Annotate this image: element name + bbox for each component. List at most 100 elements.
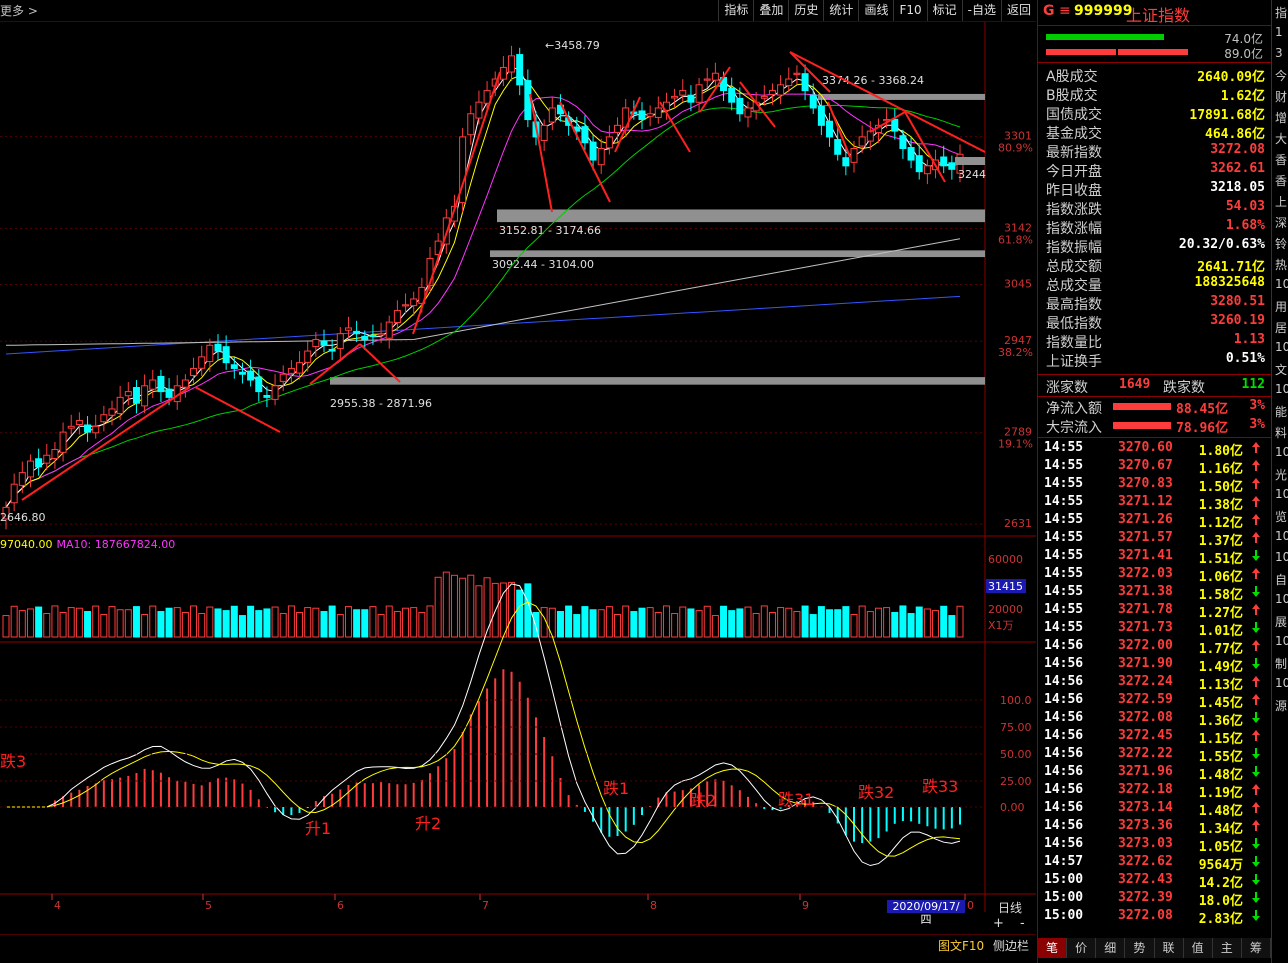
flow-value: 88.45亿	[1176, 402, 1229, 417]
tick-price: 3272.22	[1118, 746, 1173, 761]
menu-icon[interactable]: ≡	[1059, 3, 1071, 19]
more-link[interactable]: 更多 >	[0, 2, 38, 19]
far-right-label[interactable]: 能	[1275, 403, 1287, 420]
tick-time: 14:56	[1044, 656, 1084, 671]
panel-tab-1[interactable]: 价	[1067, 938, 1097, 958]
volume-bar	[51, 605, 59, 638]
far-right-label[interactable]: 上	[1275, 193, 1287, 210]
far-right-label[interactable]: 10	[1275, 550, 1288, 564]
far-right-label[interactable]: 文	[1275, 361, 1287, 378]
far-right-label[interactable]: 深	[1275, 214, 1287, 231]
far-right-label[interactable]: 自	[1275, 571, 1287, 588]
far-right-label[interactable]: 源	[1275, 697, 1287, 714]
candle-body	[255, 376, 263, 393]
tick-amount: 1.15亿	[1198, 732, 1243, 747]
far-right-label[interactable]: 增	[1275, 109, 1287, 126]
far-right-label[interactable]: 10	[1275, 592, 1288, 606]
far-right-label[interactable]: 览	[1275, 508, 1287, 525]
candle-body	[92, 425, 100, 434]
far-right-label[interactable]: 10	[1275, 277, 1288, 291]
volume-bar	[344, 606, 352, 638]
volume-bar	[2, 615, 10, 638]
volume-bar	[891, 611, 899, 638]
far-right-label[interactable]: 用	[1275, 298, 1287, 315]
volume-bar	[785, 607, 793, 638]
flow-label: 净流入额	[1046, 401, 1102, 417]
far-right-label[interactable]: 10	[1275, 676, 1288, 690]
toolbar-button-2[interactable]: 历史	[788, 0, 823, 21]
far-right-label[interactable]: 10	[1275, 445, 1288, 459]
toolbar-button-0[interactable]: 指标	[718, 0, 753, 21]
toolbar-button-3[interactable]: 统计	[823, 0, 858, 21]
far-right-label[interactable]: 铃	[1275, 235, 1287, 252]
period-label[interactable]: 日线	[998, 899, 1022, 916]
far-right-label[interactable]: 今	[1275, 67, 1287, 84]
stat-value: 17891.68亿	[1189, 108, 1265, 123]
tick-amount: 1.05亿	[1198, 840, 1243, 855]
volume-bar	[434, 576, 442, 638]
x-axis-label: 8	[650, 899, 657, 912]
arrow-up-icon	[1252, 676, 1260, 687]
toolbar-button-7[interactable]: -自选	[961, 0, 1001, 21]
far-right-label[interactable]: 10	[1275, 340, 1288, 354]
kline-chart[interactable]: 330180.9%314261.8%3045294738.2%278919.1%…	[0, 22, 1036, 912]
far-right-label[interactable]: 10	[1275, 634, 1288, 648]
far-right-label[interactable]: 大	[1275, 130, 1287, 147]
candle-body	[263, 394, 271, 398]
far-right-label[interactable]: 指	[1275, 4, 1287, 21]
candle-body	[287, 367, 295, 374]
far-right-label[interactable]: 香	[1275, 172, 1287, 189]
toolbar-button-8[interactable]: 返回	[1000, 0, 1036, 21]
volume-bar	[728, 610, 736, 638]
far-right-label[interactable]: 3	[1275, 46, 1283, 60]
volume-bar	[524, 583, 532, 638]
tick-price: 3273.36	[1118, 818, 1173, 833]
volume-bar	[263, 608, 271, 638]
far-right-label[interactable]: 热	[1275, 256, 1287, 273]
panel-tab-4[interactable]: 联	[1155, 938, 1184, 958]
panel-tab-5[interactable]: 值	[1184, 938, 1213, 958]
candle-body	[842, 157, 850, 167]
panel-tab-7[interactable]: 筹	[1242, 938, 1271, 958]
far-right-label[interactable]: 制	[1275, 655, 1287, 672]
panel-tab-6[interactable]: 主	[1213, 938, 1242, 958]
volume-bar	[915, 606, 923, 638]
toolbar-button-4[interactable]: 画线	[858, 0, 893, 21]
volume-bar	[385, 605, 393, 638]
gap-box-4-label: 2955.38 - 2871.96	[330, 397, 432, 410]
far-right-label[interactable]: 10	[1275, 382, 1288, 396]
tick-amount: 1.48亿	[1198, 804, 1243, 819]
zoom-in-button[interactable]: +	[993, 916, 1004, 931]
volume-bar	[605, 606, 613, 638]
panel-tab-0[interactable]: 笔	[1038, 938, 1068, 958]
tick-time: 14:55	[1044, 476, 1084, 491]
far-right-label[interactable]: 10	[1275, 487, 1288, 501]
far-right-label[interactable]: 财	[1275, 88, 1287, 105]
far-right-label[interactable]: 展	[1275, 613, 1287, 630]
far-right-label[interactable]: 1	[1275, 25, 1283, 39]
toolbar-button-1[interactable]: 叠加	[753, 0, 788, 21]
sidebar-button[interactable]: 侧边栏	[993, 937, 1029, 954]
far-right-label[interactable]: 居	[1275, 319, 1287, 336]
f10-button[interactable]: 图文F10	[938, 937, 984, 954]
toolbar-button-6[interactable]: 标记	[926, 0, 962, 21]
volume-bar	[141, 614, 149, 638]
tick-time: 15:00	[1044, 890, 1084, 905]
flow-row: 净流入额 88.45亿 3%	[1038, 398, 1271, 417]
tick-time: 14:56	[1044, 638, 1084, 653]
far-right-label[interactable]: 香	[1275, 151, 1287, 168]
toolbar-button-5[interactable]: F10	[893, 0, 926, 21]
volume-bar	[18, 610, 26, 638]
far-right-label[interactable]: 10	[1275, 529, 1288, 543]
x-axis-label: 9	[802, 899, 809, 912]
candle-body	[410, 298, 418, 307]
arrow-down-icon	[1252, 550, 1260, 561]
dec-value: 112	[1241, 377, 1265, 392]
far-right-label[interactable]: 料	[1275, 424, 1287, 441]
tick-row: 14:56 3272.45 1.15亿	[1038, 728, 1271, 747]
panel-tab-2[interactable]: 细	[1096, 938, 1126, 958]
panel-tab-3[interactable]: 势	[1125, 938, 1155, 958]
zoom-out-button[interactable]: -	[1020, 916, 1025, 931]
candle-body	[336, 333, 344, 350]
far-right-label[interactable]: 光	[1275, 466, 1287, 483]
